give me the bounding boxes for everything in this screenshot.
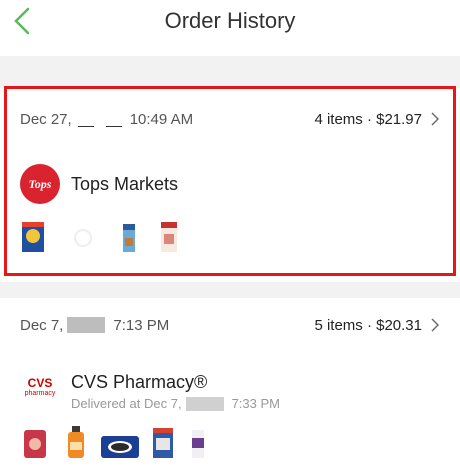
redacted-year: [105, 115, 122, 127]
cvs-logo: CVS pharmacy: [20, 368, 60, 404]
header: Order History: [0, 0, 460, 56]
order-header[interactable]: Dec 27, 10:49 AM 4 items · $21.97: [20, 107, 440, 131]
delivered-time: 7:33 PM: [231, 396, 280, 411]
store-info: Tops Tops Markets: [20, 164, 178, 204]
order-date: Dec 27, 10:49 AM: [20, 111, 193, 128]
redacted-year: [77, 115, 94, 127]
order-summary-text: 4 items · $21.97: [314, 110, 422, 128]
tops-logo: Tops: [20, 164, 60, 204]
store-name: CVS Pharmacy®: [71, 372, 208, 392]
delivery-info: Delivered at Dec 7, 7:33 PM: [71, 396, 280, 411]
product-thumbnail: [188, 424, 208, 460]
page-title: Order History: [164, 8, 296, 33]
cvs-logo-text: CVS: [27, 375, 53, 390]
order-time: 7:13 PM: [113, 316, 170, 334]
order-header[interactable]: Dec 7, 7:13 PM 5 items · $20.31: [20, 313, 440, 337]
store-name: Tops Markets: [71, 173, 179, 194]
order-date: Dec 7, 7:13 PM: [20, 317, 169, 334]
product-thumbnail: [64, 424, 88, 460]
redacted-year: [185, 396, 224, 411]
product-thumbnail: [100, 430, 140, 460]
delivered-prefix: Delivered at Dec 7,: [71, 396, 182, 411]
cvs-logo-subtext: pharmacy: [24, 389, 56, 397]
section-divider: [0, 56, 460, 88]
order-summary: 5 items · $20.31: [314, 317, 440, 334]
chevron-right-icon: [431, 318, 439, 332]
product-thumbnails: [20, 424, 220, 460]
order-time: 10:49 AM: [129, 110, 194, 128]
product-thumbnail: [20, 424, 50, 460]
order-date-prefix: Dec 7,: [20, 316, 64, 334]
product-thumbnail: [158, 218, 180, 254]
product-thumbnail: [150, 424, 176, 460]
product-thumbnail: [20, 218, 46, 254]
order-summary: 4 items · $21.97: [314, 111, 440, 128]
redacted-year: [67, 317, 106, 333]
product-thumbnail: [120, 218, 138, 254]
product-thumbnail: [70, 218, 96, 254]
tops-logo-text: Tops: [28, 176, 52, 191]
section-divider: [0, 282, 460, 298]
chevron-right-icon: [431, 112, 439, 126]
product-thumbnails: [20, 218, 192, 254]
order-summary-text: 5 items · $20.31: [314, 316, 422, 334]
order-date-prefix: Dec 27,: [20, 110, 72, 128]
